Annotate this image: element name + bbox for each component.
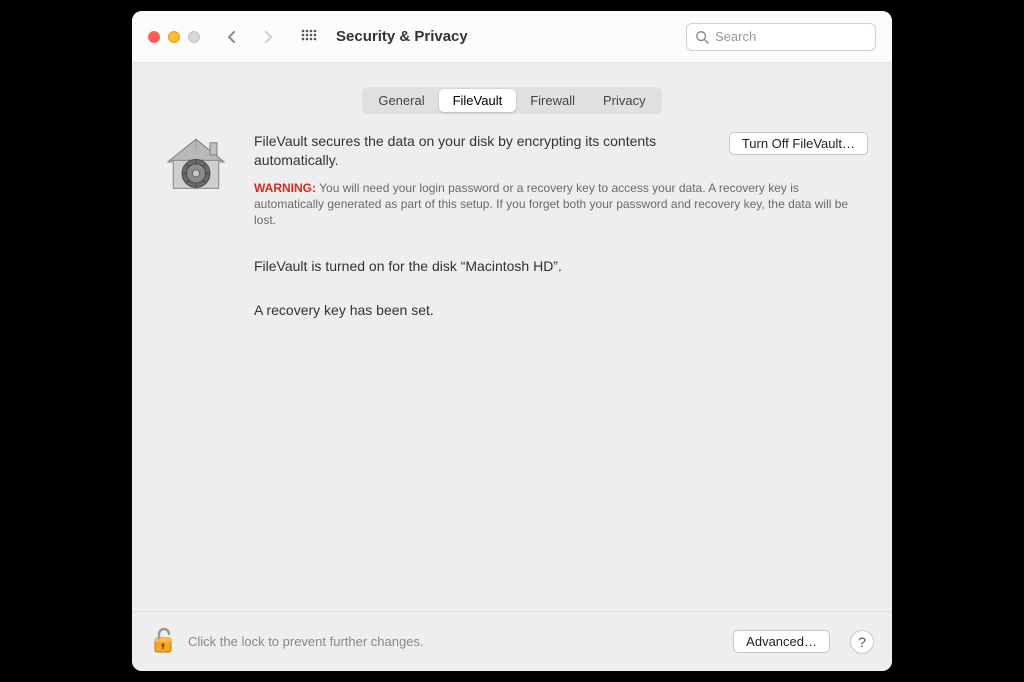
- tab-privacy[interactable]: Privacy: [589, 89, 660, 112]
- filevault-panel: FileVault secures the data on your disk …: [156, 132, 868, 318]
- warning-text: You will need your login password or a r…: [254, 181, 848, 227]
- preferences-window: Security & Privacy General FileVault Fir…: [132, 11, 892, 671]
- chevron-right-icon: [262, 31, 274, 43]
- security-house-icon: [161, 134, 231, 207]
- search-icon: [695, 30, 709, 44]
- turn-off-filevault-button[interactable]: Turn Off FileVault…: [729, 132, 868, 155]
- forward-button: [256, 25, 280, 49]
- minimize-icon[interactable]: [168, 31, 180, 43]
- unlocked-padlock-icon: [150, 625, 176, 655]
- lock-hint-text: Click the lock to prevent further change…: [188, 634, 721, 649]
- close-icon[interactable]: [148, 31, 160, 43]
- content-area: General FileVault Firewall Privacy: [132, 63, 892, 611]
- filevault-status-disk: FileVault is turned on for the disk “Mac…: [254, 258, 868, 274]
- lock-button[interactable]: [150, 625, 176, 658]
- filevault-warning: WARNING: You will need your login passwo…: [254, 180, 868, 229]
- window-title: Security & Privacy: [336, 28, 468, 45]
- help-button[interactable]: ?: [850, 630, 874, 654]
- titlebar: Security & Privacy: [132, 11, 892, 63]
- show-all-button[interactable]: [298, 26, 320, 48]
- filevault-status-recovery-key: A recovery key has been set.: [254, 302, 868, 318]
- back-button[interactable]: [220, 25, 244, 49]
- grid-icon: [301, 29, 317, 45]
- search-field[interactable]: [686, 23, 876, 51]
- zoom-icon: [188, 31, 200, 43]
- tab-filevault[interactable]: FileVault: [439, 89, 517, 112]
- tab-general[interactable]: General: [364, 89, 438, 112]
- tab-bar: General FileVault Firewall Privacy: [362, 87, 661, 114]
- window-controls: [148, 31, 200, 43]
- footer-bar: Click the lock to prevent further change…: [132, 611, 892, 671]
- chevron-left-icon: [226, 31, 238, 43]
- advanced-button[interactable]: Advanced…: [733, 630, 830, 653]
- search-input[interactable]: [715, 29, 867, 44]
- tab-firewall[interactable]: Firewall: [516, 89, 589, 112]
- filevault-description: FileVault secures the data on your disk …: [254, 132, 713, 170]
- warning-label: WARNING:: [254, 181, 316, 195]
